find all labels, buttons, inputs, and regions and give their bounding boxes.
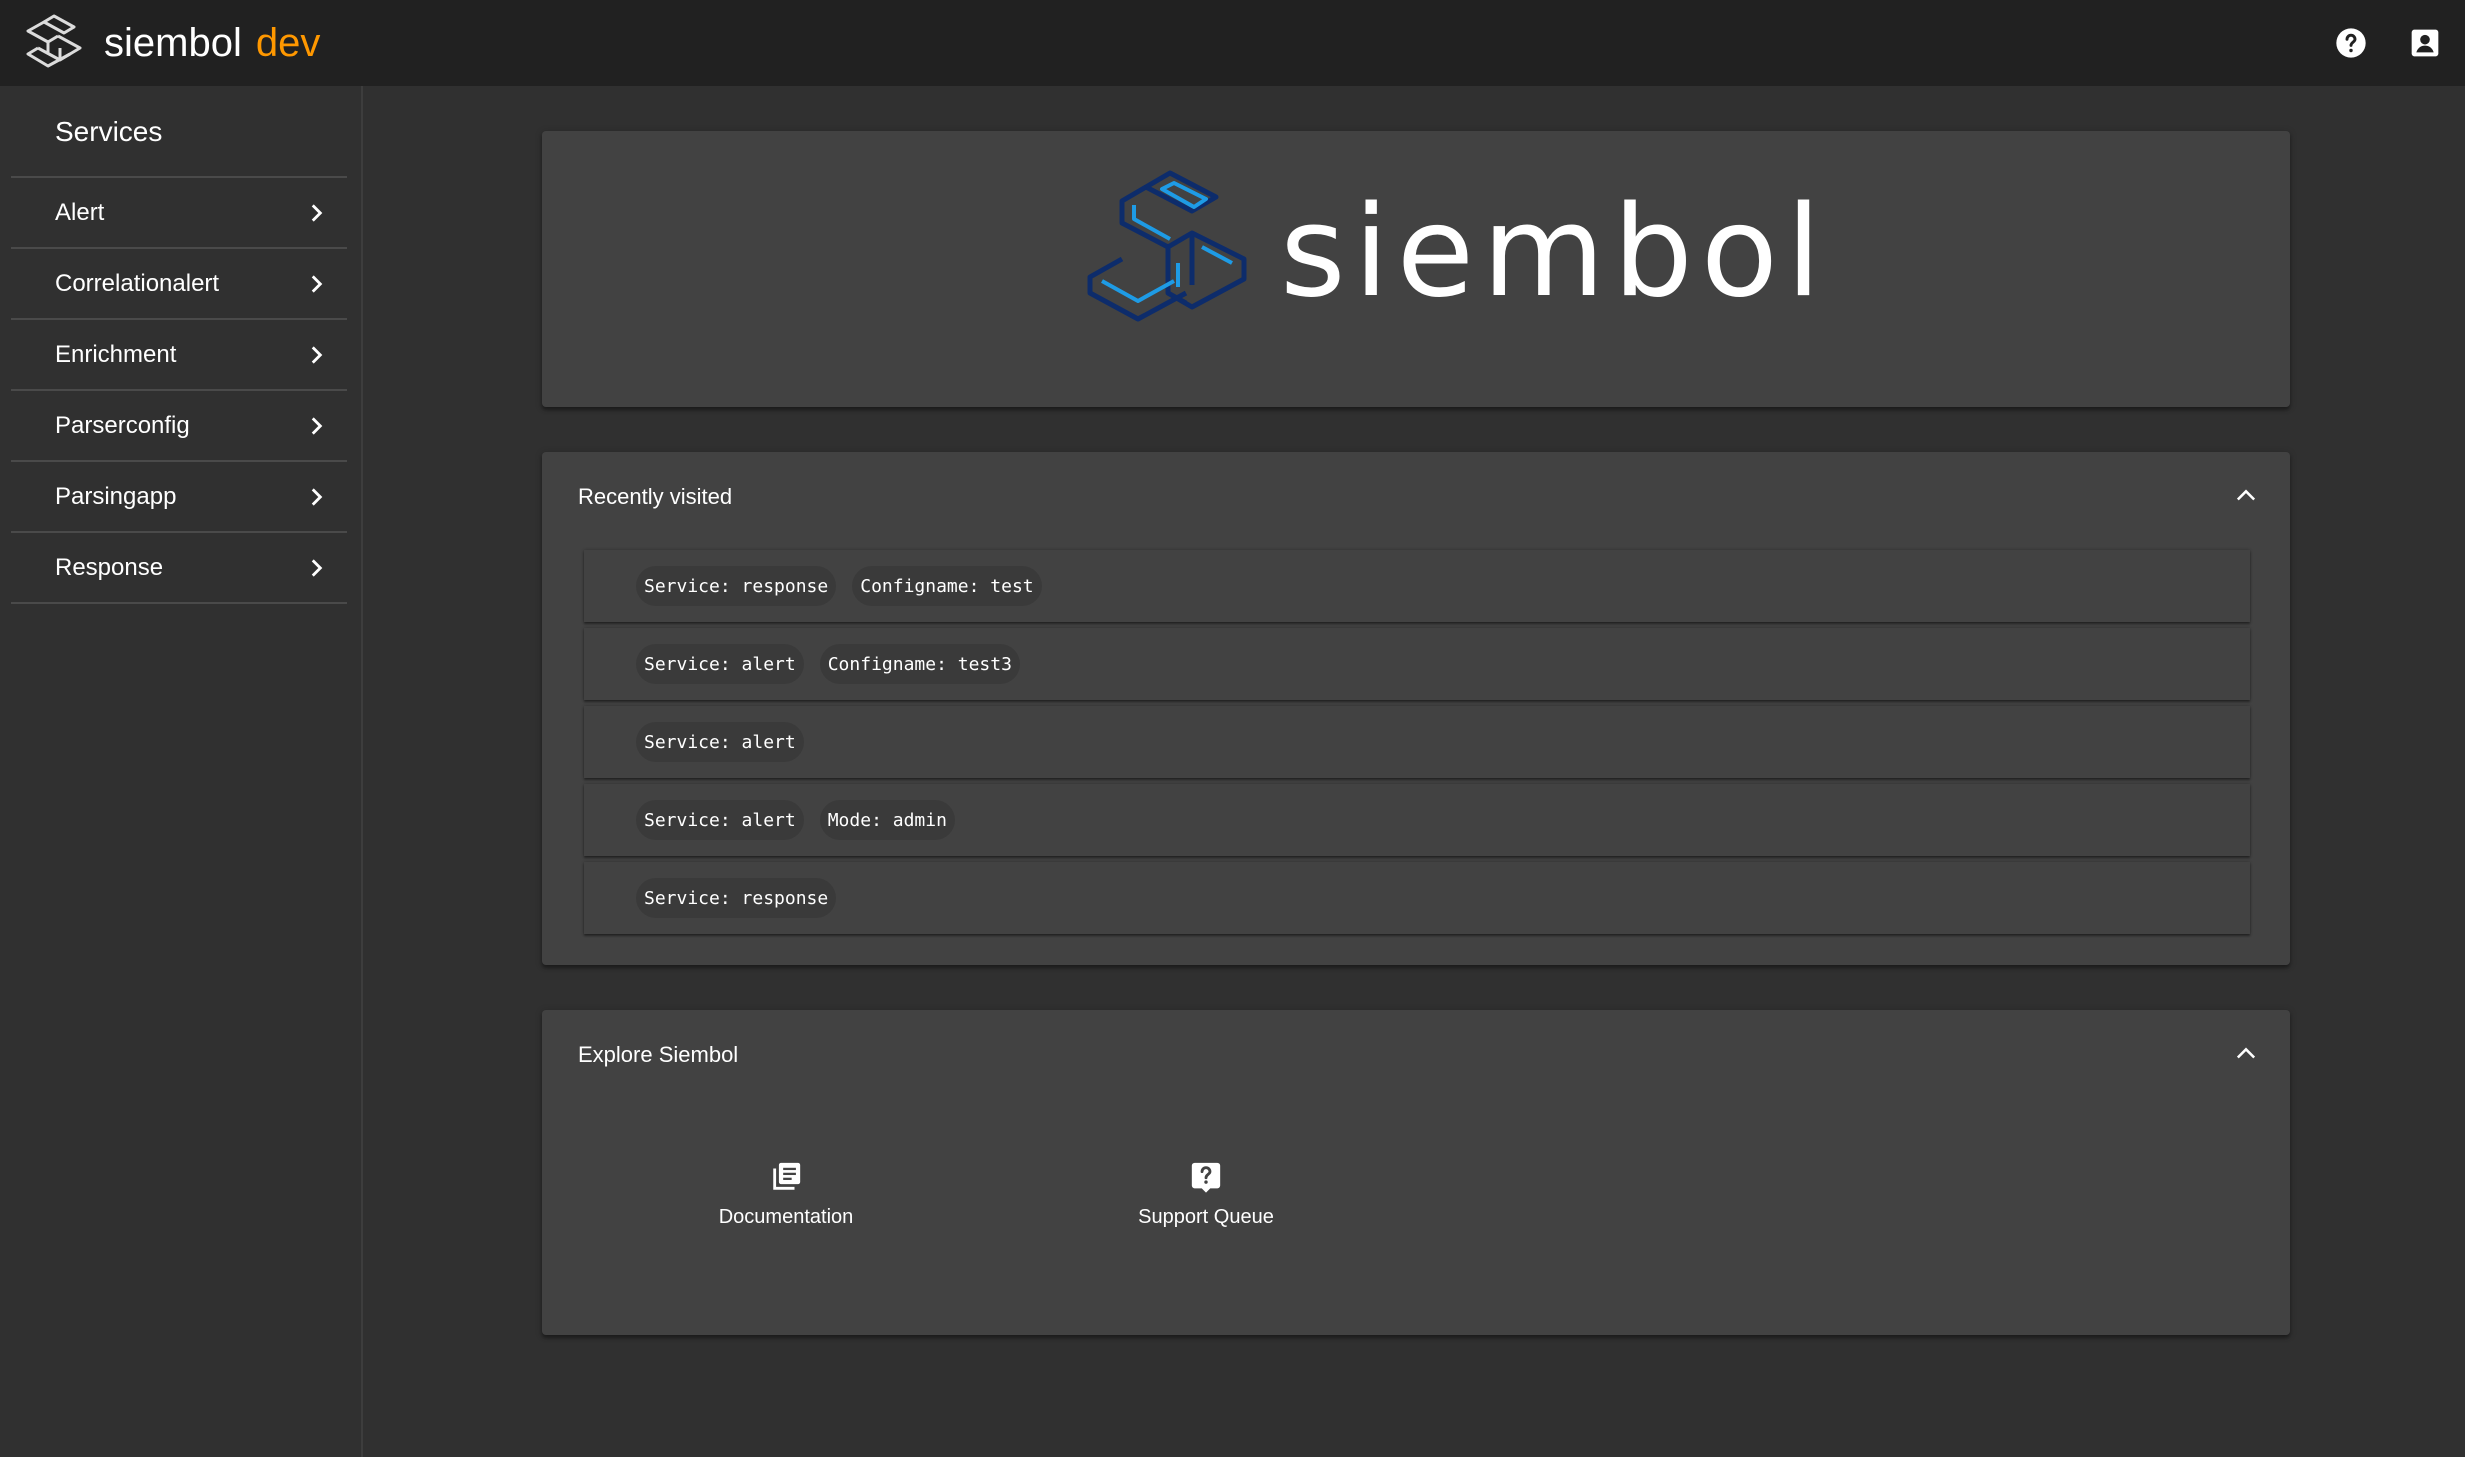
chevron-right-icon: [311, 345, 323, 364]
service-chip: Service: alert: [636, 644, 804, 684]
library-books-icon: [773, 1162, 801, 1190]
configname-chip: Configname: test3: [819, 644, 1020, 684]
recent-item[interactable]: Service: response Configname: test: [584, 550, 2250, 622]
service-chip: Service: alert: [636, 800, 804, 840]
service-chip: Service: response: [636, 878, 837, 918]
sidebar-title: Services: [55, 116, 163, 147]
sidebar-item-label: Response: [55, 553, 164, 581]
sidebar-item-enrichment[interactable]: Enrichment: [11, 320, 347, 391]
recent-item[interactable]: Service: alert Mode: admin: [584, 784, 2250, 856]
help-icon[interactable]: [2335, 27, 2367, 59]
account-box-icon[interactable]: [2409, 27, 2441, 59]
sidebar-item-label: Parsingapp: [55, 482, 177, 510]
service-chip: Service: alert: [636, 722, 804, 762]
header-actions: [2335, 0, 2441, 86]
explore-link-label: Support Queue: [1138, 1206, 1274, 1228]
top-toolbar: siembol dev: [0, 0, 2465, 86]
configname-chip: Configname: test: [852, 566, 1042, 606]
sidebar-item-parsingapp[interactable]: Parsingapp: [11, 462, 347, 533]
explore-siembol-panel: Explore Siembol Documentation Support Qu…: [542, 1010, 2290, 1335]
sidebar-item-parserconfig[interactable]: Parserconfig: [11, 391, 347, 462]
sidebar-item-correlationalert[interactable]: Correlationalert: [11, 249, 347, 320]
explore-links: Documentation Support Queue: [542, 1160, 2290, 1260]
hero-card: siembol: [542, 131, 2290, 407]
chevron-right-icon: [311, 203, 323, 222]
service-chip: Service: response: [636, 566, 837, 606]
sidebar-item-label: Enrichment: [55, 340, 177, 368]
explore-link-label: Documentation: [718, 1206, 854, 1228]
chevron-up-icon[interactable]: [2232, 1040, 2260, 1068]
chevron-right-icon: [311, 416, 323, 435]
chevron-right-icon: [311, 274, 323, 293]
environment-label: dev: [255, 20, 321, 65]
sidebar-item-response[interactable]: Response: [11, 533, 347, 604]
chevron-right-icon: [311, 558, 323, 577]
hero-wordmark: siembol: [1280, 178, 1829, 325]
recent-item[interactable]: Service: alert: [584, 706, 2250, 778]
recently-visited-panel: Recently visited Service: response Confi…: [542, 452, 2290, 965]
sidebar-item-label: Correlationalert: [55, 269, 220, 297]
brand[interactable]: siembol dev: [24, 13, 320, 73]
services-list: Alert Correlationalert Enrichment Parser…: [11, 176, 347, 604]
documentation-link[interactable]: Documentation: [676, 1160, 896, 1229]
siembol-logo-icon: [26, 14, 82, 68]
live-help-icon: [1191, 1162, 1221, 1193]
support-queue-link[interactable]: Support Queue: [1096, 1160, 1316, 1229]
services-sidebar: Services Alert Correlationalert Enrichme…: [0, 86, 363, 1457]
chevron-up-icon[interactable]: [2232, 482, 2260, 510]
recent-item[interactable]: Service: response: [584, 862, 2250, 934]
recent-item[interactable]: Service: alert Configname: test3: [584, 628, 2250, 700]
recent-list: Service: response Configname: test Servi…: [584, 550, 2250, 940]
sidebar-item-label: Alert: [55, 198, 105, 226]
mode-chip: Mode: admin: [819, 800, 955, 840]
app-name: siembol: [104, 20, 242, 65]
siembol-logo-icon: [1087, 170, 1247, 322]
panel-title[interactable]: Explore Siembol: [578, 1042, 738, 1068]
chevron-right-icon: [311, 487, 323, 506]
sidebar-item-alert[interactable]: Alert: [11, 178, 347, 249]
panel-title[interactable]: Recently visited: [578, 484, 732, 510]
sidebar-item-label: Parserconfig: [55, 411, 190, 439]
